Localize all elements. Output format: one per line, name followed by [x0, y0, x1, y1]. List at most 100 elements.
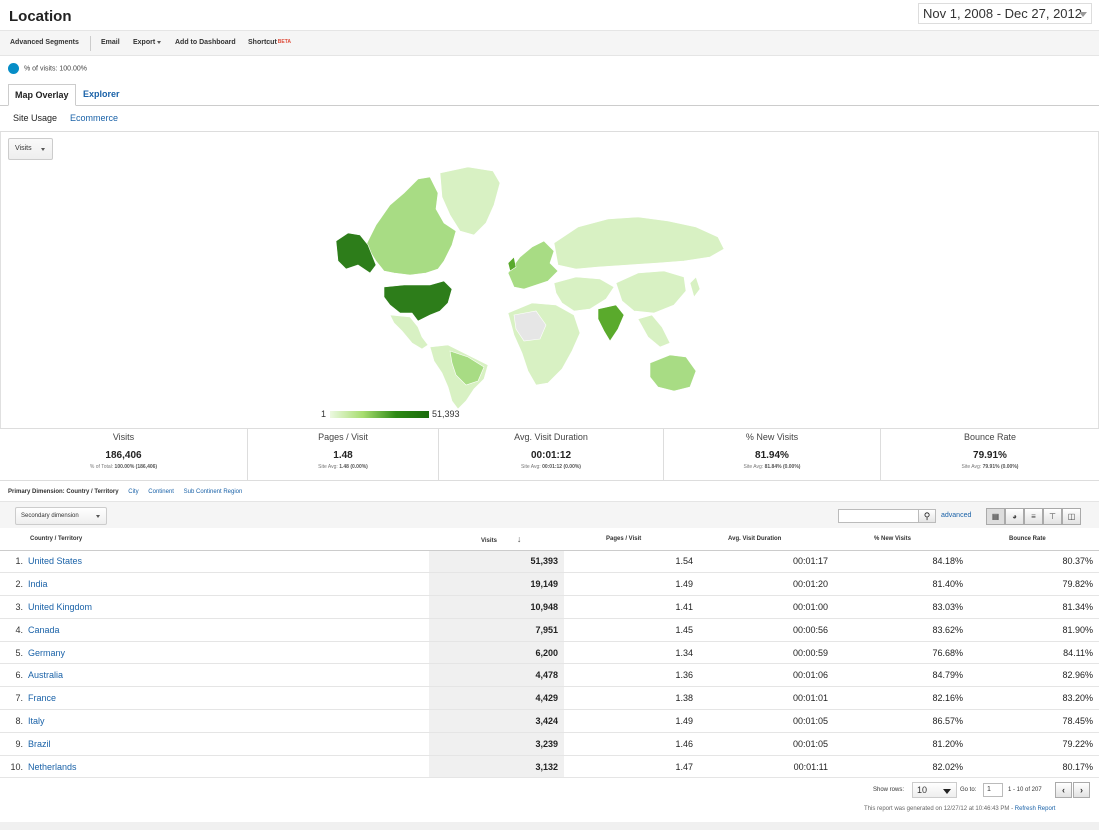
summary-sub-prefix: Site Avg:: [743, 464, 765, 470]
summary-sub-prefix: Site Avg:: [521, 464, 543, 470]
advanced-filter-link[interactable]: advanced: [941, 512, 971, 519]
map-region-greenland[interactable]: [439, 166, 501, 236]
table-row[interactable]: 4. Canada 7,951 1.45 00:00:56 83.62% 81.90%: [0, 618, 1099, 642]
tab-explorer[interactable]: Explorer: [77, 84, 126, 106]
goto-label: Go to:: [960, 787, 977, 793]
new-visits-cell: 84.18%: [834, 550, 969, 574]
map-region-middle-east[interactable]: [553, 276, 615, 312]
summary-label: Avg. Visit Duration: [514, 432, 588, 442]
report-footnote: This report was generated on 12/27/12 at…: [864, 806, 1055, 812]
header-country[interactable]: Country / Territory: [28, 528, 429, 551]
tab-map-overlay[interactable]: Map Overlay: [8, 84, 76, 106]
table-row[interactable]: 3. United Kingdom 10,948 1.41 00:01:00 83.03%…: [0, 595, 1099, 619]
subtab-ecommerce[interactable]: Ecommerce: [70, 113, 118, 123]
header-avg-duration[interactable]: Avg. Visit Duration: [699, 528, 834, 551]
comparison-view-icon[interactable]: ⊤: [1043, 508, 1062, 525]
email-button[interactable]: Email: [101, 39, 120, 46]
avg-duration-cell: 00:01:01: [699, 686, 834, 711]
country-link[interactable]: United States: [28, 550, 429, 574]
page-range: 1 - 10 of 207: [1008, 787, 1042, 793]
visits-cell: 19,149: [429, 572, 564, 597]
table-view-icon[interactable]: ▦: [986, 508, 1005, 525]
pie-view-icon[interactable]: ◕: [1005, 508, 1024, 525]
pages-per-visit-cell: 1.47: [564, 755, 699, 779]
map-region-southeast-asia[interactable]: [637, 314, 671, 348]
row-index: 8.: [0, 709, 28, 733]
visits-cell: 10,948: [429, 595, 564, 619]
country-link[interactable]: Italy: [28, 709, 429, 733]
bounce-rate-cell: 79.82%: [969, 572, 1099, 597]
metric-dropdown[interactable]: Visits: [8, 138, 53, 160]
pages-per-visit-cell: 1.34: [564, 641, 699, 665]
summary-value: 1.48: [333, 450, 353, 461]
visits-cell: 3,424: [429, 709, 564, 733]
country-link[interactable]: United Kingdom: [28, 595, 429, 619]
goto-input[interactable]: 1: [983, 783, 1003, 797]
country-link[interactable]: India: [28, 572, 429, 597]
country-link[interactable]: Australia: [28, 663, 429, 688]
dimension-city-link[interactable]: City: [128, 489, 138, 495]
map-region-mexico[interactable]: [389, 314, 429, 350]
summary-sub-prefix: Site Avg:: [961, 464, 983, 470]
rows-per-page-select[interactable]: 10: [912, 782, 957, 798]
header-visits[interactable]: Visits ↓: [429, 528, 564, 551]
summary-sub: Site Avg: 00:01:12 (0.00%): [439, 464, 663, 470]
new-visits-cell: 84.79%: [834, 663, 969, 688]
table-search-input[interactable]: [838, 509, 919, 523]
map-region-india[interactable]: [597, 304, 625, 342]
map-region-japan[interactable]: [689, 276, 701, 298]
advanced-segments-button[interactable]: Advanced Segments: [10, 39, 79, 46]
world-map[interactable]: [318, 165, 730, 410]
table-row[interactable]: 1. United States 51,393 1.54 00:01:17 84.18% 8…: [0, 550, 1099, 574]
header-bounce-rate[interactable]: Bounce Rate: [969, 528, 1099, 551]
subtab-site-usage[interactable]: Site Usage: [13, 113, 57, 123]
map-region-australia[interactable]: [649, 354, 697, 392]
map-region-china[interactable]: [615, 270, 687, 314]
avg-duration-cell: 00:00:56: [699, 618, 834, 642]
table-row[interactable]: 10. Netherlands 3,132 1.47 00:01:11 82.02% 80.…: [0, 755, 1099, 779]
prev-page-button[interactable]: ‹: [1055, 782, 1072, 798]
performance-view-icon[interactable]: ≡: [1024, 508, 1043, 525]
export-button[interactable]: Export: [133, 39, 162, 46]
visits-cell: 3,239: [429, 732, 564, 756]
summary-sub-value: 1.48 (0.00%): [339, 464, 368, 470]
pivot-view-icon[interactable]: ◫: [1062, 508, 1081, 525]
summary-value: 186,406: [105, 450, 142, 461]
table-row[interactable]: 5. Germany 6,200 1.34 00:00:59 76.68% 84.11%: [0, 641, 1099, 665]
country-link[interactable]: Netherlands: [28, 755, 429, 779]
chevron-down-icon: [157, 40, 162, 44]
table-row[interactable]: 9. Brazil 3,239 1.46 00:01:05 81.20% 79.22%: [0, 732, 1099, 756]
header-visits-label: Visits: [481, 537, 497, 544]
add-to-dashboard-button[interactable]: Add to Dashboard: [175, 39, 236, 46]
chevron-down-icon[interactable]: [1079, 12, 1087, 17]
secondary-dimension-dropdown[interactable]: Secondary dimension: [15, 507, 107, 525]
bounce-rate-cell: 83.20%: [969, 686, 1099, 711]
search-button[interactable]: ⚲: [918, 509, 936, 523]
summary-value: 00:01:12: [530, 450, 572, 461]
map-region-usa[interactable]: [383, 280, 453, 322]
primary-dimension-label: Primary Dimension:: [8, 489, 65, 495]
next-page-button[interactable]: ›: [1073, 782, 1090, 798]
shortcut-button[interactable]: ShortcutBETA: [248, 39, 291, 46]
table-row[interactable]: 6. Australia 4,478 1.36 00:01:06 84.79% 82.96%: [0, 663, 1099, 688]
header-new-visits[interactable]: % New Visits: [834, 528, 969, 551]
legend-gradient: [330, 411, 429, 418]
beta-badge: BETA: [277, 39, 292, 45]
visits-cell: 3,132: [429, 755, 564, 779]
country-link[interactable]: Brazil: [28, 732, 429, 756]
dimension-continent-link[interactable]: Continent: [148, 489, 174, 495]
refresh-report-link[interactable]: Refresh Report: [1015, 806, 1056, 812]
table-row[interactable]: 2. India 19,149 1.49 00:01:20 81.40% 79.82%: [0, 572, 1099, 597]
country-link[interactable]: France: [28, 686, 429, 711]
avg-duration-cell: 00:01:05: [699, 732, 834, 756]
dimension-sub-continent-link[interactable]: Sub Continent Region: [184, 489, 243, 495]
table-row[interactable]: 7. France 4,429 1.38 00:01:01 82.16% 83.20%: [0, 686, 1099, 711]
row-index: 6.: [0, 663, 28, 688]
map-region-russia[interactable]: [553, 216, 725, 270]
header-pages-per-visit[interactable]: Pages / Visit: [564, 528, 699, 551]
country-link[interactable]: Canada: [28, 618, 429, 642]
country-link[interactable]: Germany: [28, 641, 429, 665]
date-range-picker[interactable]: Nov 1, 2008 - Dec 27, 2012: [918, 3, 1092, 24]
new-visits-cell: 82.02%: [834, 755, 969, 779]
table-row[interactable]: 8. Italy 3,424 1.49 00:01:05 86.57% 78.45%: [0, 709, 1099, 733]
